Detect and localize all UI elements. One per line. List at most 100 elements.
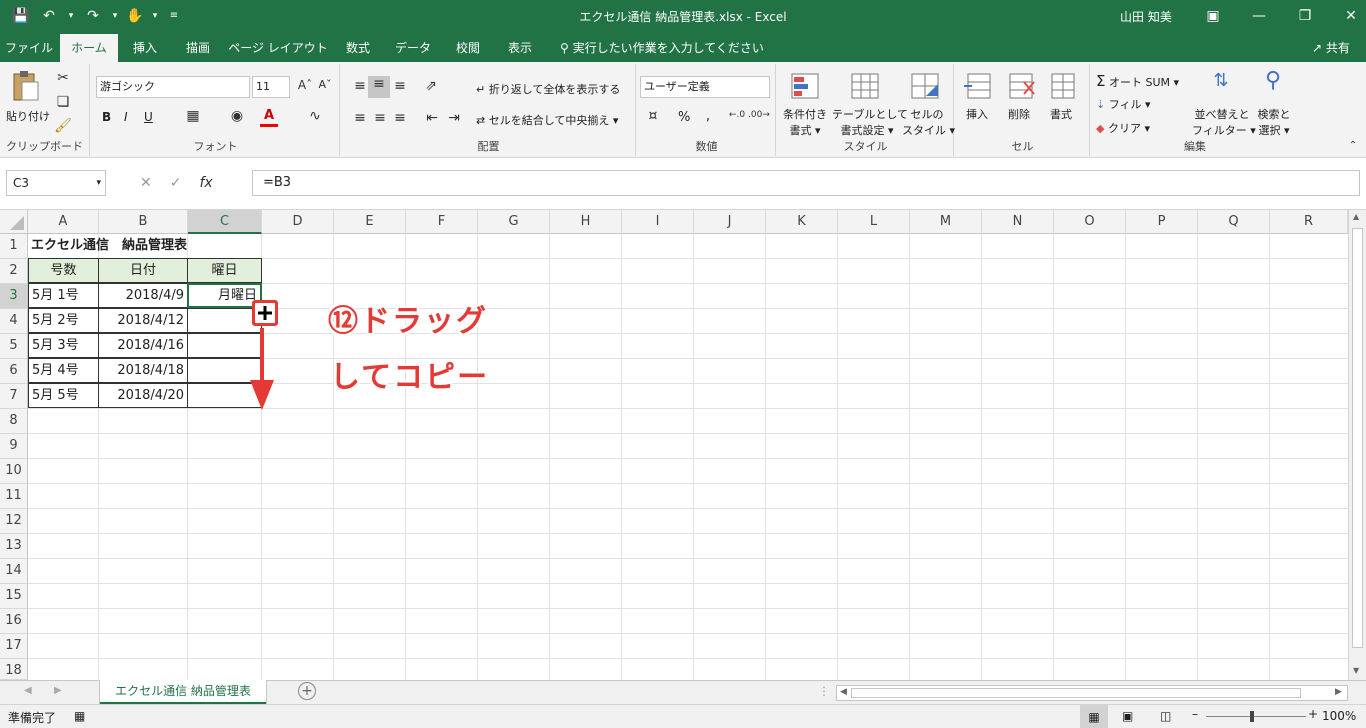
sort-filter-button[interactable]: 並べ替えと フィルター ▾: [1192, 106, 1256, 138]
tab-review[interactable]: 校閲: [444, 34, 492, 62]
autosum-button[interactable]: Σ オート SUM ▾: [1096, 72, 1179, 90]
increase-indent-icon[interactable]: ⇥: [444, 110, 464, 126]
vertical-scrollbar[interactable]: ▲ ▼: [1348, 210, 1366, 680]
delete-cells-icon[interactable]: [1006, 72, 1036, 100]
vertical-scroll-thumb[interactable]: [1352, 228, 1363, 648]
decrease-decimal-icon[interactable]: .00→: [748, 110, 770, 120]
tab-data[interactable]: データ: [386, 34, 440, 62]
cell-a4[interactable]: 5月 2号: [28, 308, 99, 333]
row-header-2[interactable]: 2: [0, 259, 28, 284]
cut-icon[interactable]: ✂: [54, 70, 72, 86]
zoom-in-icon[interactable]: +: [1308, 707, 1318, 721]
column-header-q[interactable]: Q: [1198, 210, 1270, 234]
column-header-o[interactable]: O: [1054, 210, 1126, 234]
column-header-d[interactable]: D: [262, 210, 334, 234]
bold-button[interactable]: B: [102, 110, 111, 124]
cancel-icon[interactable]: ✕: [140, 170, 152, 196]
delete-cells-button[interactable]: 削除: [1008, 106, 1030, 122]
fill-color-icon[interactable]: ◉: [228, 108, 246, 124]
cell-a3[interactable]: 5月 1号: [28, 283, 99, 308]
cell-b7[interactable]: 2018/4/20: [98, 383, 188, 408]
font-name-select[interactable]: 游ゴシック: [96, 76, 250, 98]
column-header-j[interactable]: J: [694, 210, 766, 234]
fill-handle-highlight[interactable]: [252, 300, 278, 326]
column-header-b[interactable]: B: [99, 210, 188, 234]
row-header-5[interactable]: 5: [0, 334, 28, 359]
add-sheet-icon[interactable]: +: [298, 682, 316, 700]
horizontal-scroll-thumb[interactable]: [851, 688, 1301, 698]
increase-decimal-icon[interactable]: ←.0: [728, 110, 746, 120]
name-box-dropdown-icon[interactable]: ▾: [96, 171, 101, 195]
row-header-4[interactable]: 4: [0, 309, 28, 334]
cell-b6[interactable]: 2018/4/18: [98, 358, 188, 383]
tell-me-box[interactable]: ⚲ 実行したい作業を入力してください: [560, 34, 764, 62]
number-format-select[interactable]: ユーザー定義: [640, 76, 770, 98]
percent-button[interactable]: %: [678, 110, 690, 125]
tab-page-layout[interactable]: ページ レイアウト: [226, 34, 330, 62]
column-header-f[interactable]: F: [406, 210, 478, 234]
insert-cells-button[interactable]: 挿入: [966, 106, 988, 122]
horizontal-scrollbar[interactable]: ◀ ▶: [836, 685, 1348, 701]
row-header-8[interactable]: 8: [0, 409, 28, 434]
italic-button[interactable]: I: [124, 110, 128, 124]
cell-styles-icon[interactable]: [910, 72, 940, 100]
find-select-icon[interactable]: ⚲: [1258, 68, 1288, 93]
conditional-format-icon[interactable]: [790, 72, 820, 100]
merge-center-button[interactable]: ⇄ セルを結合して中央揃え ▾: [476, 112, 618, 128]
prev-sheet-icon[interactable]: ◀: [24, 685, 32, 696]
row-header-12[interactable]: 12: [0, 509, 28, 534]
row-header-13[interactable]: 13: [0, 534, 28, 559]
align-bottom-icon[interactable]: ≡: [390, 78, 410, 94]
decrease-indent-icon[interactable]: ⇤: [422, 110, 442, 126]
column-header-c[interactable]: C: [188, 210, 262, 234]
format-as-table-button[interactable]: テーブルとして 書式設定 ▾: [832, 106, 908, 138]
cell-a5[interactable]: 5月 3号: [28, 333, 99, 358]
orientation-icon[interactable]: ⇗: [420, 78, 442, 94]
borders-icon[interactable]: ▦: [184, 108, 202, 124]
cell-b3[interactable]: 2018/4/9: [98, 283, 188, 308]
column-header-a[interactable]: A: [28, 210, 99, 234]
tab-home[interactable]: ホーム: [60, 34, 118, 62]
format-cells-icon[interactable]: [1048, 72, 1078, 100]
fill-button[interactable]: ⇣ フィル ▾: [1096, 96, 1151, 112]
column-header-p[interactable]: P: [1126, 210, 1198, 234]
next-sheet-icon[interactable]: ▶: [54, 685, 62, 696]
column-header-i[interactable]: I: [622, 210, 694, 234]
formula-input[interactable]: =B3: [252, 170, 1360, 196]
cell-a2[interactable]: 号数: [28, 258, 99, 283]
column-header-g[interactable]: G: [478, 210, 550, 234]
column-header-n[interactable]: N: [982, 210, 1054, 234]
restore-icon[interactable]: ❐: [1282, 4, 1328, 28]
tab-file[interactable]: ファイル: [0, 34, 58, 62]
tab-insert[interactable]: 挿入: [120, 34, 170, 62]
column-header-e[interactable]: E: [334, 210, 406, 234]
row-header-3[interactable]: 3: [0, 284, 28, 309]
paste-button[interactable]: 貼り付け: [6, 108, 50, 124]
row-header-1[interactable]: 1: [0, 234, 28, 259]
cell-b2[interactable]: 日付: [98, 258, 188, 283]
row-header-11[interactable]: 11: [0, 484, 28, 509]
zoom-out-icon[interactable]: –: [1192, 707, 1198, 721]
tab-split-handle-icon[interactable]: ⋮: [818, 684, 830, 698]
column-header-h[interactable]: H: [550, 210, 622, 234]
align-middle-icon[interactable]: ≡: [368, 76, 390, 98]
tab-formulas[interactable]: 数式: [334, 34, 382, 62]
zoom-slider[interactable]: [1206, 711, 1306, 722]
cell-c3[interactable]: 月曜日: [187, 283, 262, 308]
phonetic-icon[interactable]: ∿: [306, 108, 324, 124]
font-color-icon[interactable]: A: [260, 108, 278, 127]
row-header-16[interactable]: 16: [0, 609, 28, 634]
row-header-7[interactable]: 7: [0, 384, 28, 409]
row-header-6[interactable]: 6: [0, 359, 28, 384]
insert-function-icon[interactable]: fx: [199, 170, 212, 196]
row-header-9[interactable]: 9: [0, 434, 28, 459]
minimize-icon[interactable]: —: [1236, 4, 1282, 28]
column-header-m[interactable]: M: [910, 210, 982, 234]
format-painter-icon[interactable]: 🖌: [54, 118, 72, 134]
row-header-14[interactable]: 14: [0, 559, 28, 584]
font-size-select[interactable]: 11: [252, 76, 290, 98]
zoom-slider-knob[interactable]: [1250, 711, 1254, 722]
macro-record-icon[interactable]: ▦: [74, 709, 85, 723]
align-right-icon[interactable]: ≡: [390, 110, 410, 126]
row-header-18[interactable]: 18: [0, 659, 28, 680]
